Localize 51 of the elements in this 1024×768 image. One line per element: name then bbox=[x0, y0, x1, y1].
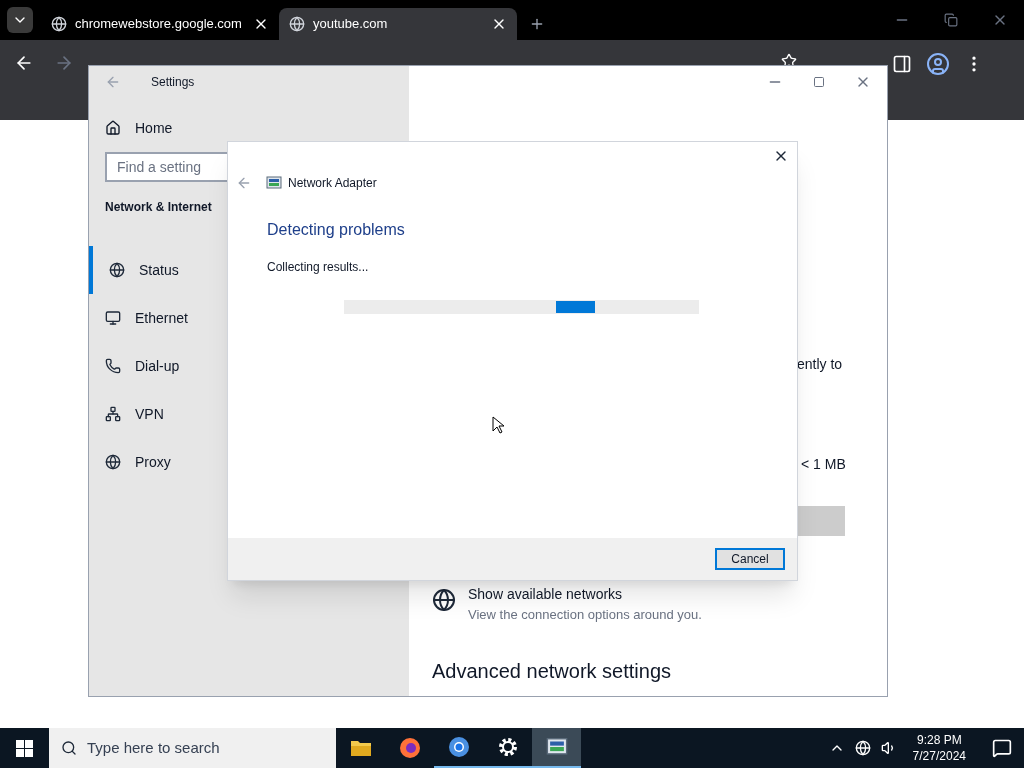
clock-time[interactable]: 9:28 PM bbox=[916, 732, 962, 748]
windows-start-icon[interactable] bbox=[16, 739, 33, 757]
description-text: ently to bbox=[797, 355, 843, 374]
taskbar-search-field[interactable]: Type here to search bbox=[49, 728, 336, 768]
firefox-icon bbox=[398, 737, 421, 759]
section-heading: Advanced network settings bbox=[432, 659, 672, 684]
restore-icon[interactable] bbox=[944, 13, 958, 27]
phone-icon bbox=[105, 358, 121, 374]
nav-item[interactable]: Dial-up bbox=[89, 342, 409, 390]
dialog-heading: Detecting problems bbox=[267, 220, 406, 240]
mouse-cursor-icon bbox=[492, 416, 504, 434]
globe-icon bbox=[432, 588, 456, 612]
tab-search-button[interactable] bbox=[7, 7, 33, 33]
side-panel-icon[interactable] bbox=[892, 54, 912, 74]
notifications-icon[interactable] bbox=[992, 738, 1012, 758]
search-icon bbox=[61, 740, 77, 756]
window-title: Settings bbox=[151, 74, 195, 91]
clock-date[interactable]: 7/27/2024 bbox=[912, 748, 966, 764]
network-globe-icon[interactable] bbox=[854, 740, 871, 756]
link-title[interactable]: Show available networks bbox=[468, 584, 702, 605]
dialog-title: Network Adapter bbox=[288, 175, 377, 192]
browser-tab[interactable]: youtube.com bbox=[279, 8, 517, 40]
globe-icon bbox=[105, 454, 121, 470]
home-nav-item[interactable]: Home bbox=[105, 114, 173, 142]
monitor-icon bbox=[105, 310, 121, 326]
new-tab-icon[interactable] bbox=[529, 16, 545, 32]
tab-title: youtube.com bbox=[313, 15, 389, 34]
cancel-button[interactable]: Cancel bbox=[715, 548, 785, 570]
gear-icon bbox=[496, 736, 519, 758]
nav-item[interactable]: Proxy bbox=[89, 438, 409, 486]
nav-item[interactable]: Ethernet bbox=[89, 294, 409, 342]
taskbar-app-button[interactable] bbox=[532, 728, 581, 768]
globe-icon bbox=[289, 16, 305, 32]
link-description: View the connection options around you. bbox=[468, 606, 702, 624]
data-usage-text: < 1 MB bbox=[801, 455, 846, 474]
globe-icon bbox=[51, 16, 67, 32]
profile-icon[interactable] bbox=[926, 52, 950, 76]
chrome-icon bbox=[447, 736, 470, 758]
status-text: Collecting results... bbox=[267, 259, 370, 276]
tab-title: chromewebstore.google.com bbox=[75, 15, 243, 34]
folder-icon bbox=[349, 739, 372, 757]
section-heading: Network & Internet bbox=[105, 199, 213, 216]
network-adapter-icon bbox=[266, 175, 282, 191]
search-placeholder: Type here to search bbox=[87, 737, 220, 758]
progress-marquee bbox=[556, 301, 595, 313]
network-icon bbox=[105, 406, 121, 422]
globe-icon bbox=[109, 262, 125, 278]
network-adapter-icon bbox=[545, 736, 568, 758]
nav-item[interactable]: VPN bbox=[89, 390, 409, 438]
home-icon bbox=[105, 120, 121, 136]
maximize-icon[interactable] bbox=[813, 76, 825, 88]
